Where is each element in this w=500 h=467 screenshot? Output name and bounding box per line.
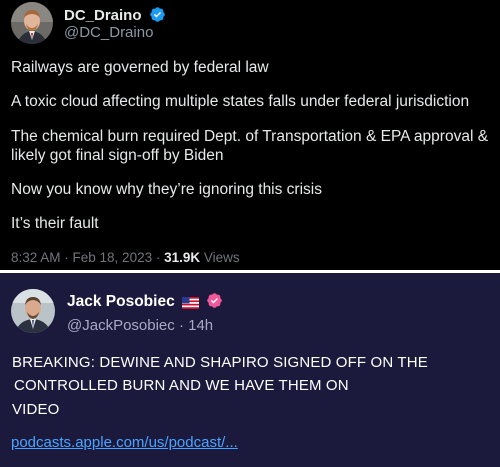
post-timestamp-views[interactable]: 8:32 AM · Feb 18, 2023 · 31.9K Views <box>11 250 240 265</box>
view-count: 31.9K <box>164 250 201 265</box>
us-flag-icon <box>182 296 200 314</box>
post-text-line: BREAKING: DEWINE AND SHAPIRO SIGNED OFF … <box>12 354 428 371</box>
post-text-line: likely got final sign-off by Biden <box>11 147 224 164</box>
first-post-author-handle[interactable]: @DC_Draino <box>64 24 153 41</box>
podcast-link[interactable]: podcasts.apple.com/us/podcast/... <box>11 434 238 451</box>
post-text-line: It’s their fault <box>11 215 99 232</box>
pink-verified-badge-icon <box>206 292 223 314</box>
post-text-line: A toxic cloud affecting multiple states … <box>11 93 470 110</box>
post-text-line: The chemical burn required Dept. of Tran… <box>11 128 489 145</box>
post-timestamp[interactable]: 8:32 AM · Feb 18, 2023 · <box>11 250 164 265</box>
post-text-line: CONTROLLED BURN AND WE HAVE THEM ON <box>14 377 349 394</box>
post-text-line: Railways are governed by federal law <box>11 59 269 76</box>
views-label: Views <box>200 250 240 265</box>
post-text-line: VIDEO <box>12 401 60 418</box>
second-post-author-name[interactable]: Jack Posobiec <box>67 292 223 314</box>
author-name-text[interactable]: DC_Draino <box>64 7 142 24</box>
second-post-author-handle[interactable]: @JackPosobiec · 14h <box>67 317 213 334</box>
dc-draino-avatar[interactable] <box>11 2 53 44</box>
post-text-line: Now you know why they’re ignoring this c… <box>11 181 322 198</box>
jack-posobiec-avatar[interactable] <box>11 289 55 333</box>
first-post: DC_Draino @DC_Draino Railways are govern… <box>0 0 500 270</box>
second-post: Jack Posobiec @JackPosobiec · 14h BREAKI… <box>0 273 500 467</box>
author-name-text[interactable]: Jack Posobiec <box>67 293 175 310</box>
